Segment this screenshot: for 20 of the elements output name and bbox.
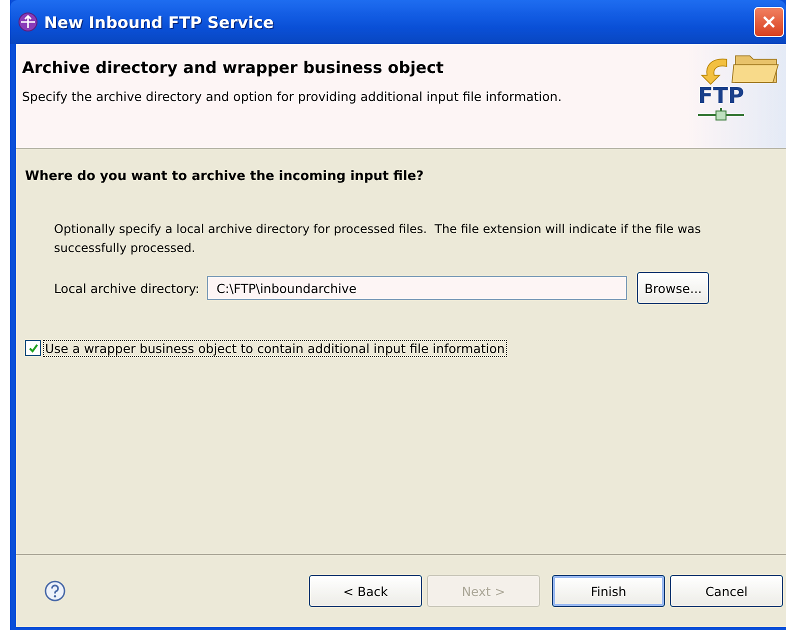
archive-directory-field[interactable]: C:\FTP\inboundarchive — [207, 276, 628, 300]
app-icon — [18, 12, 38, 32]
browse-button[interactable]: Browse... — [637, 272, 709, 304]
banner-description: Specify the archive directory and option for providing additional input file information. — [22, 89, 562, 104]
close-button[interactable] — [754, 7, 784, 37]
banner-title: Archive directory and wrapper business object — [22, 58, 445, 77]
ftp-logo-text: FTP — [698, 86, 744, 108]
help-icon[interactable] — [44, 580, 66, 602]
field-label: Local archive directory: — [54, 280, 200, 296]
checkbox[interactable] — [25, 340, 41, 356]
network-icon — [696, 108, 746, 122]
window-title: New Inbound FTP Service — [44, 12, 275, 32]
check-icon — [28, 342, 38, 354]
wizard-button[interactable]: Cancel — [670, 575, 783, 607]
wrapper-checkbox-option[interactable]: Use a wrapper business object to contain additional input file information — [25, 340, 786, 356]
wizard-button[interactable]: < Back — [309, 575, 422, 607]
section-description: Optionally specify a local archive directory for processed files. The file extension will indicate if the file was successfully processed. — [54, 221, 702, 257]
section-heading: Where do you want to archive the incoming input file? — [25, 169, 425, 184]
wizard-button[interactable]: Finish — [552, 575, 665, 607]
close-icon — [762, 15, 776, 29]
